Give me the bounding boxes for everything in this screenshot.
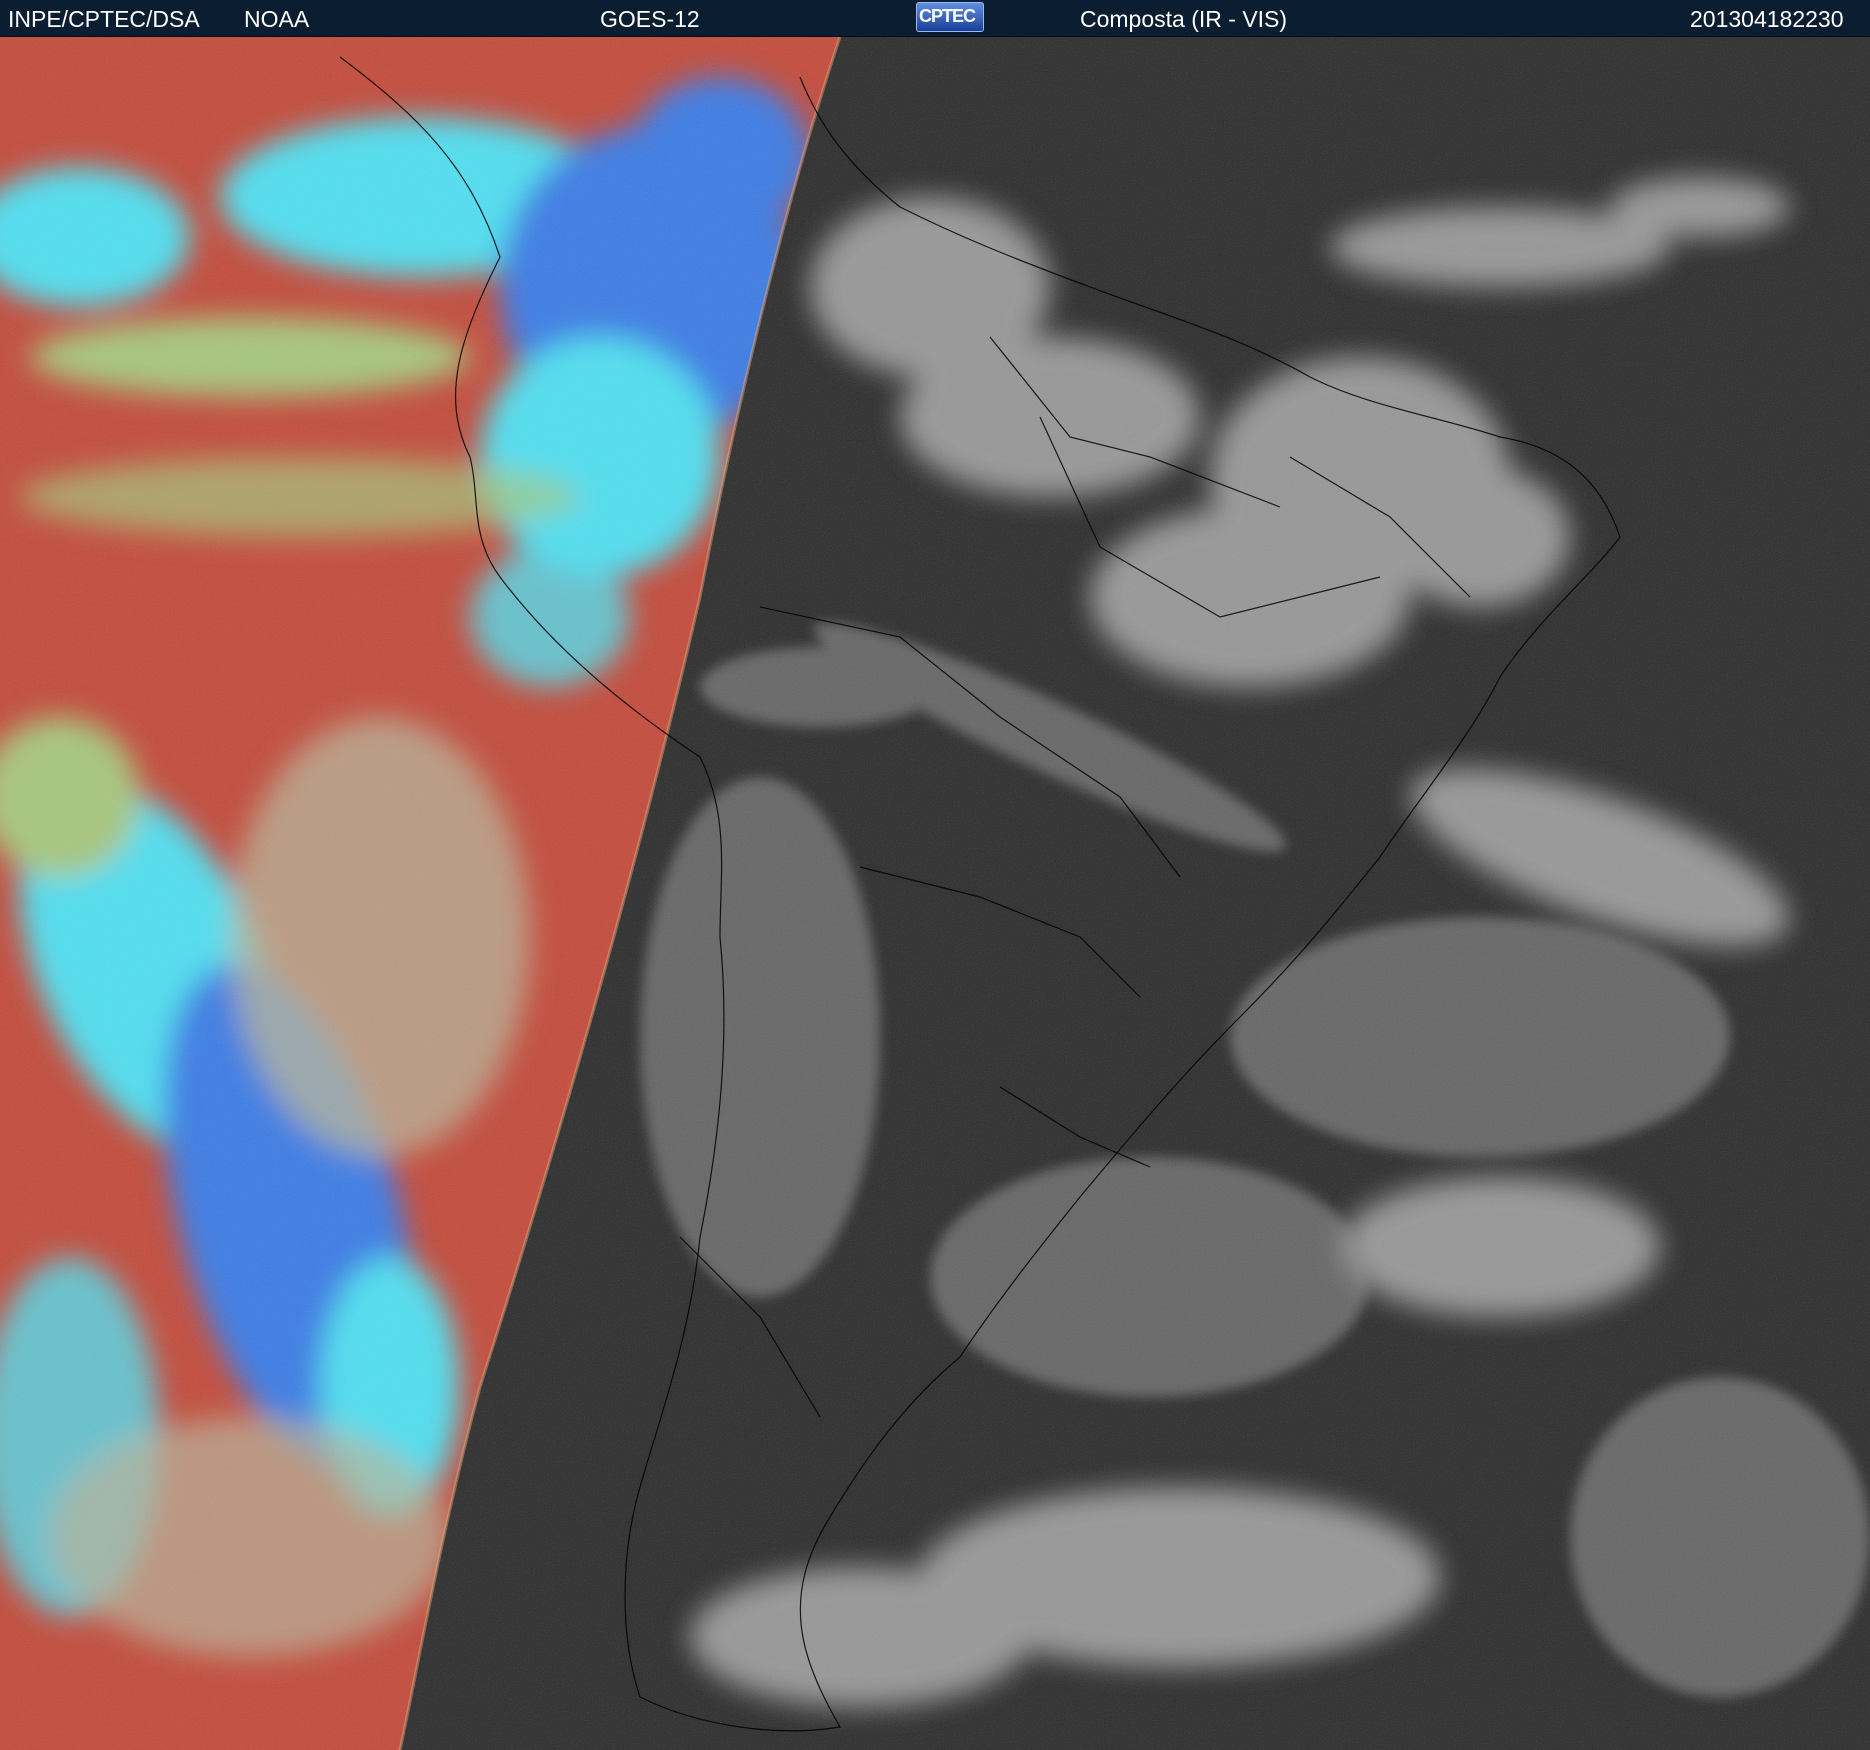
satellite-image-viewer: INPE/CPTEC/DSA NOAA GOES-12 CPTEC Compos… [0, 0, 1870, 1750]
logo-text: CPTEC [919, 6, 976, 26]
satellite-label: GOES-12 [600, 6, 700, 32]
agency-label: INPE/CPTEC/DSA [8, 6, 200, 32]
satellite-map [0, 37, 1870, 1750]
header-bar: INPE/CPTEC/DSA NOAA GOES-12 CPTEC Compos… [0, 0, 1870, 38]
product-label: Composta (IR - VIS) [1080, 6, 1288, 32]
timestamp-label: 201304182230 [1690, 6, 1844, 32]
cptec-logo: CPTEC [916, 2, 984, 32]
partner-label: NOAA [244, 6, 310, 32]
